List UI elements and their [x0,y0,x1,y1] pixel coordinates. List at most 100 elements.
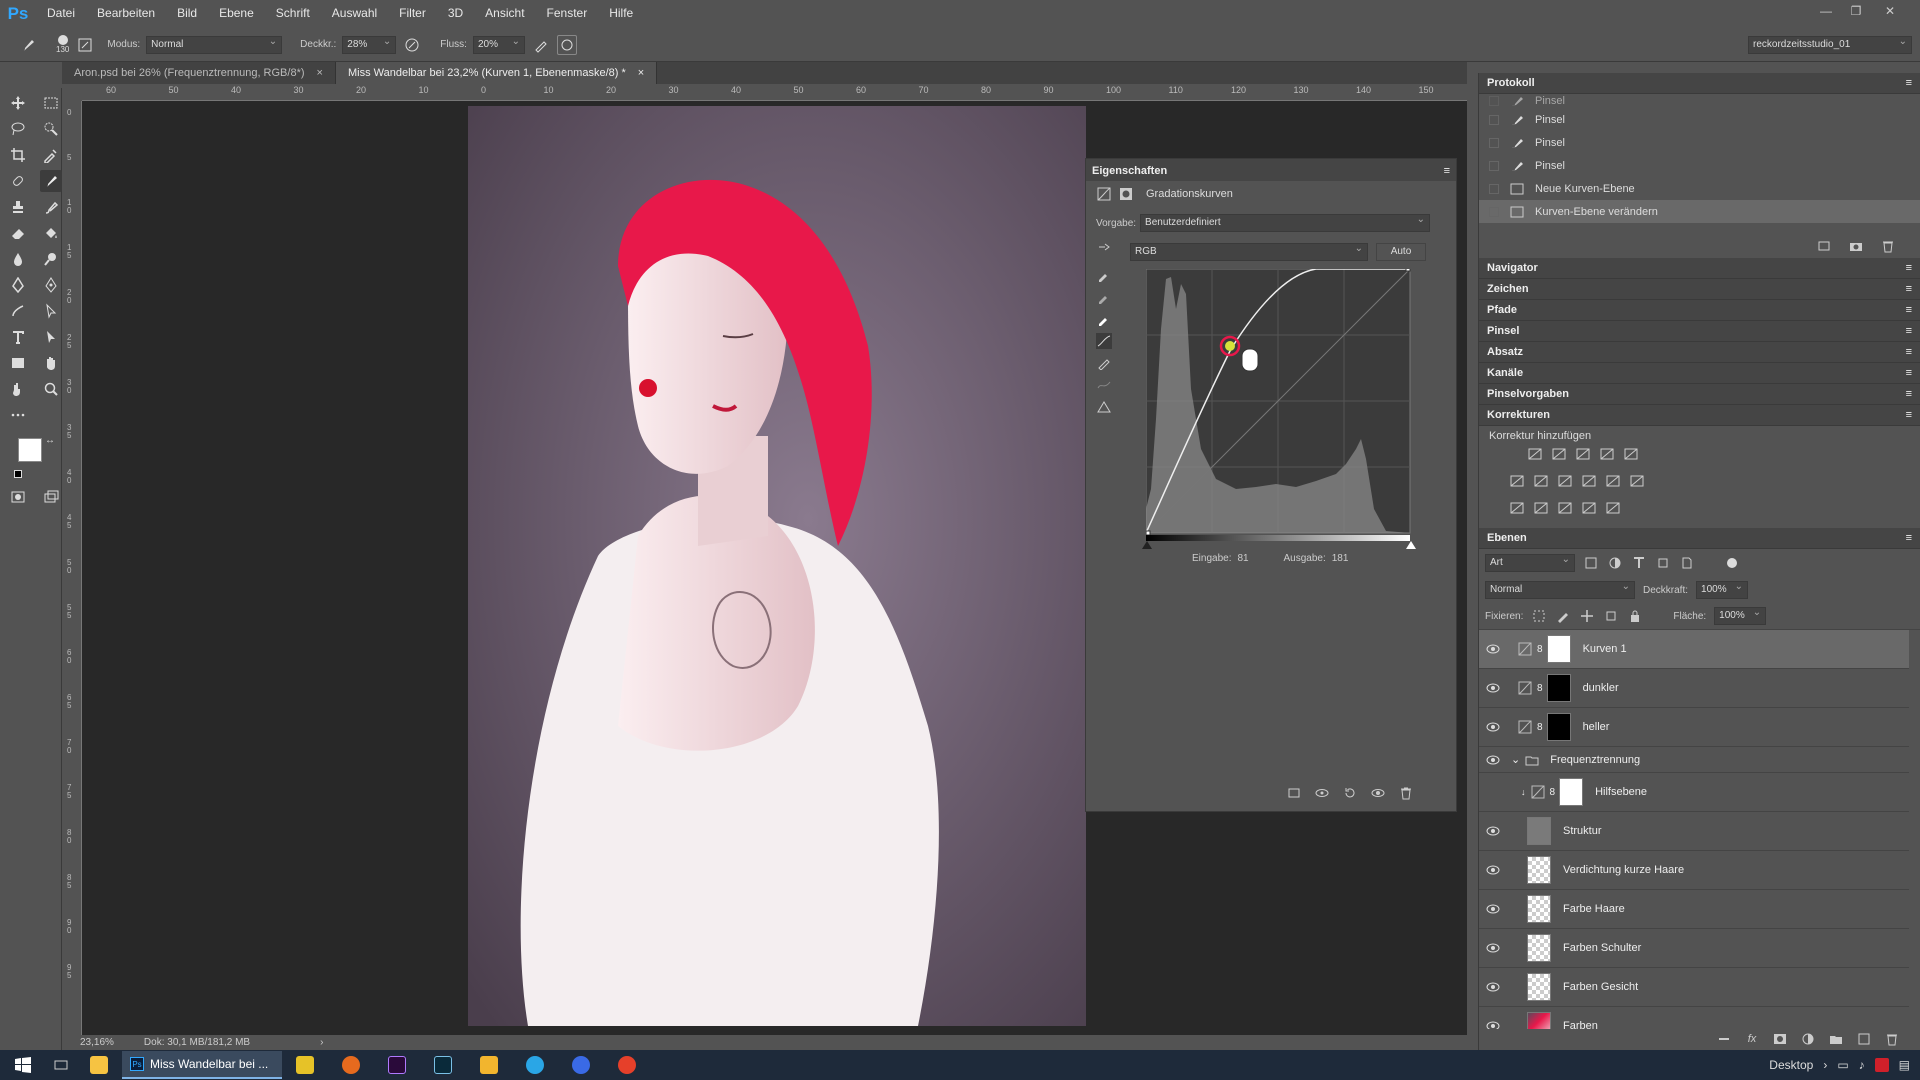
dodge-tool-icon[interactable] [40,248,62,270]
smooth-curve-icon[interactable] [1096,377,1112,393]
quick-select-icon[interactable] [40,118,62,140]
panel-menu-icon[interactable]: ≡ [1906,409,1912,421]
protokoll-header[interactable]: Protokoll ≡ [1479,73,1920,94]
adjustment-type-icon[interactable] [1551,446,1567,462]
ausgabe-value[interactable]: 181 [1332,553,1349,564]
status-menu-arrow[interactable]: › [320,1037,323,1048]
clone-stamp-icon[interactable] [7,196,29,218]
paint-bucket-icon[interactable] [40,222,62,244]
adjustment-type-icon[interactable] [1581,500,1597,516]
panel-header[interactable]: Zeichen ≡ [1479,279,1920,300]
layer-thumbnail[interactable] [1527,856,1551,884]
layer-row[interactable]: Farben Schulter [1479,929,1909,968]
menu-item[interactable]: Bild [166,0,208,27]
taskbar-photoshop-window[interactable]: Ps Miss Wandelbar bei ... [122,1051,282,1079]
premiere-icon[interactable] [374,1050,420,1080]
history-snapshot-checkbox[interactable] [1489,206,1499,217]
pencil-curve-icon[interactable] [1096,355,1112,371]
adjustment-type-icon[interactable] [1623,446,1639,462]
airbrush-icon[interactable] [531,35,551,55]
panel-menu-icon[interactable]: ≡ [1906,304,1912,316]
panel-header[interactable]: Navigator ≡ [1479,258,1920,279]
layer-thumbnail[interactable] [1527,895,1551,923]
filter-pixel-icon[interactable] [1583,555,1599,571]
adjustment-type-icon[interactable] [1533,500,1549,516]
white-input-slider[interactable] [1406,541,1416,549]
filter-toggle-icon[interactable] [1727,558,1737,568]
layer-row[interactable]: 8 heller [1479,708,1909,747]
reset-icon[interactable] [1342,785,1358,801]
panel-menu-icon[interactable]: ≡ [1906,367,1912,379]
explorer-icon[interactable] [76,1050,122,1080]
zoom-level[interactable]: 23,16% [80,1037,114,1048]
brush-tool-icon[interactable] [18,35,38,55]
korrekturen-header[interactable]: Korrekturen ≡ [1479,405,1920,426]
history-state[interactable]: Pinsel [1479,154,1920,177]
layer-visibility-eye-icon[interactable] [1479,865,1507,875]
tab-miss-wandelbar[interactable]: Miss Wandelbar bei 23,2% (Kurven 1, Eben… [335,62,658,84]
menu-item[interactable]: 3D [437,0,474,27]
panel-menu-icon[interactable]: ≡ [1906,388,1912,400]
adjustment-type-icon[interactable] [1629,473,1645,489]
deckkraft-input[interactable]: 28% [342,35,397,54]
default-colors-icon[interactable] [14,470,22,478]
history-state[interactable]: Pinsel [1479,94,1920,108]
history-state[interactable]: Pinsel [1479,131,1920,154]
adjustment-type-icon[interactable] [1605,473,1621,489]
adjustment-type-icon[interactable] [1575,446,1591,462]
photo-document[interactable] [468,106,1086,1026]
filter-adjustment-icon[interactable] [1607,555,1623,571]
adjustment-type-icon[interactable] [1581,473,1597,489]
black-point-eyedropper-icon[interactable] [1096,267,1112,283]
layer-row[interactable]: Farben [1479,1007,1909,1029]
layer-row[interactable]: Verdichtung kurze Haare [1479,851,1909,890]
mask-link-icon[interactable]: 8 [1537,644,1543,655]
tab-close-icon[interactable]: × [638,62,644,84]
curves-adjustment-icon[interactable] [1096,186,1112,202]
browser-icon[interactable] [558,1050,604,1080]
blend-mode-dropdown[interactable]: Normal [1485,581,1635,599]
healing-brush-icon[interactable] [7,170,29,192]
brush-tool-icon[interactable] [40,170,62,192]
delete-icon[interactable] [1398,785,1414,801]
channel-dropdown[interactable]: RGB [1130,243,1368,261]
curves-graph[interactable] [1146,269,1416,539]
app-icon-yellow[interactable] [282,1050,328,1080]
pressure-size-icon[interactable] [556,34,577,55]
layer-filter-dropdown[interactable]: Art [1485,554,1575,572]
flaeche-input[interactable]: 100% [1714,607,1767,625]
foreground-color-swatch[interactable] [18,438,42,462]
adjustment-type-icon[interactable] [1509,473,1525,489]
eingabe-value[interactable]: 81 [1237,553,1269,564]
lock-position-icon[interactable] [1579,608,1595,624]
brush-panel-icon[interactable] [75,35,95,55]
mask-link-icon[interactable]: 8 [1550,787,1556,798]
rectangle-tool-icon[interactable] [7,352,29,374]
layer-row[interactable]: 8 dunkler [1479,669,1909,708]
workspace-dropdown[interactable]: reckordzeitsstudio_01 [1748,36,1912,54]
hand-tool-icon[interactable] [40,352,62,374]
quick-mask-icon[interactable] [7,486,29,508]
lightroom-icon[interactable] [420,1050,466,1080]
menu-item[interactable]: Schrift [265,0,321,27]
chrome-icon[interactable] [604,1050,650,1080]
delete-state-icon[interactable] [1880,238,1896,254]
more-tools-icon[interactable] [7,404,29,426]
layer-thumbnail[interactable] [1546,635,1571,663]
layer-row[interactable]: ↓ 8 Hilfsebene [1479,773,1909,812]
lock-all-icon[interactable] [1627,608,1643,624]
tray-app-icon[interactable] [1874,1058,1889,1072]
menu-item[interactable]: Hilfe [598,0,644,27]
view-previous-icon[interactable] [1314,785,1330,801]
snapshot-camera-icon[interactable] [1848,238,1864,254]
eyedropper-tool-icon[interactable] [40,144,62,166]
panel-header[interactable]: Kanäle ≡ [1479,363,1920,384]
curvature-pen-icon[interactable] [7,300,29,322]
filter-smart-object-icon[interactable] [1679,555,1695,571]
panel-menu-icon[interactable]: ≡ [1906,532,1912,544]
visibility-eye-icon[interactable] [1370,785,1386,801]
move-tool-icon[interactable] [7,92,29,114]
menu-item[interactable]: Ansicht [474,0,535,27]
layer-thumbnail[interactable] [1527,934,1551,962]
adjustment-type-icon[interactable] [1533,473,1549,489]
